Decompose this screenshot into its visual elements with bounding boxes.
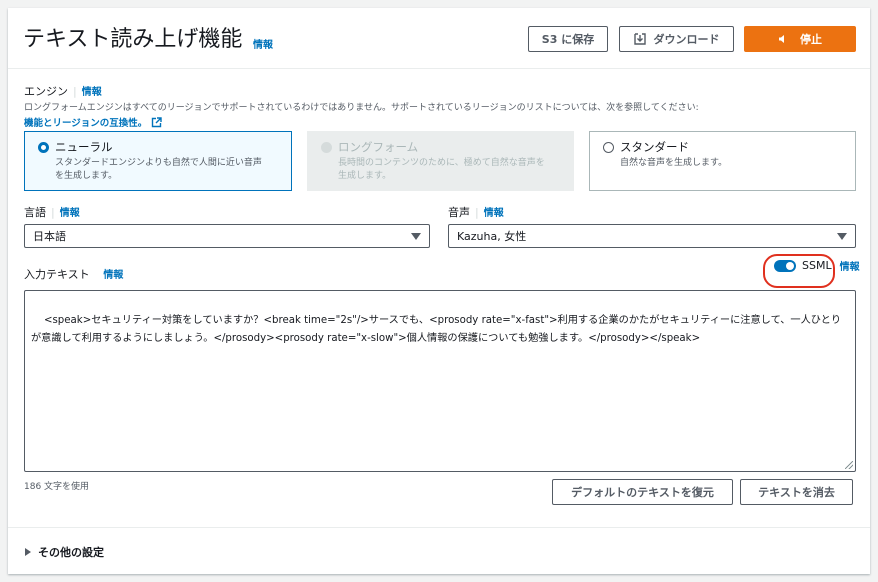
ssml-info-link[interactable]: 情報 — [840, 258, 860, 273]
language-select[interactable]: 日本語 — [24, 224, 430, 248]
long-form-radio — [321, 142, 332, 153]
ssml-toggle[interactable] — [774, 259, 796, 272]
ssml-toggle-group[interactable]: SSML 情報 — [774, 258, 860, 273]
engine-label: エンジン — [24, 85, 68, 98]
stop-button[interactable]: 停止 — [744, 26, 856, 52]
voice-info-link[interactable]: 情報 — [484, 208, 504, 219]
external-link-icon — [151, 116, 163, 128]
other-settings-section: その他の設定 — [8, 527, 870, 574]
region-compat-link[interactable]: 機能とリージョンの互換性。 — [24, 115, 163, 129]
language-info-link[interactable]: 情報 — [60, 208, 80, 219]
download-icon — [633, 33, 646, 45]
standard-desc: 自然な音声を生成します。 — [620, 158, 728, 168]
download-button[interactable]: ダウンロード — [619, 26, 734, 52]
title-info-link[interactable]: 情報 — [253, 36, 273, 51]
language-label-row: 言語 | 情報 — [24, 206, 80, 219]
engine-label-row: エンジン | 情報 — [24, 85, 102, 98]
language-label: 言語 — [24, 206, 46, 219]
engine-option-neural[interactable]: ニューラル スタンダードエンジンよりも自然で人間に近い音声 を生成します。 — [24, 131, 292, 191]
input-text-info-link[interactable]: 情報 — [103, 270, 123, 281]
page-title: テキスト読み上げ機能 — [23, 27, 243, 52]
clear-text-button[interactable]: テキストを消去 — [740, 479, 853, 505]
main-panel: テキスト読み上げ機能 情報 S3 に保存 ダウンロード 停止 エンジン | 情報 ロ… — [8, 8, 870, 574]
engine-option-standard[interactable]: スタンダード 自然な音声を生成します。 — [589, 131, 856, 191]
caret-right-icon — [25, 548, 31, 556]
voice-value: Kazuha, 女性 — [457, 230, 527, 243]
chevron-down-icon — [837, 233, 847, 240]
other-settings-expander[interactable]: その他の設定 — [25, 544, 104, 560]
long-form-desc-line2: 生成します。 — [338, 171, 392, 181]
speaker-icon — [778, 34, 788, 44]
voice-label: 音声 — [448, 206, 470, 219]
long-form-desc-line1: 長時間のコンテンツのために、極めて自然な音声を — [338, 158, 545, 168]
neural-radio[interactable] — [38, 142, 49, 153]
download-label: ダウンロード — [653, 33, 720, 46]
standard-radio[interactable] — [603, 142, 614, 153]
neural-desc-line1: スタンダードエンジンよりも自然で人間に近い音声 — [55, 158, 262, 168]
input-text-label-row: 入力テキスト|情報 — [24, 266, 123, 282]
stop-label: 停止 — [800, 33, 822, 46]
neural-desc-line2: を生成します。 — [55, 171, 118, 181]
language-value: 日本語 — [33, 230, 66, 243]
input-textarea[interactable]: <speak>セキュリティー対策をしていますか？<break time="2s"… — [24, 290, 856, 472]
voice-label-row: 音声 | 情報 — [448, 206, 504, 219]
chevron-down-icon — [411, 233, 421, 240]
engine-option-long-form: ロングフォーム 長時間のコンテンツのために、極めて自然な音声を 生成します。 — [307, 131, 574, 191]
other-settings-label: その他の設定 — [38, 546, 104, 559]
input-text-content: <speak>セキュリティー対策をしていますか？<break time="2s"… — [31, 315, 842, 344]
resize-handle-icon[interactable] — [845, 461, 853, 469]
voice-select[interactable]: Kazuha, 女性 — [448, 224, 856, 248]
save-s3-button[interactable]: S3 に保存 — [528, 26, 608, 52]
neural-title: ニューラル — [55, 140, 113, 154]
restore-default-button[interactable]: デフォルトのテキストを復元 — [552, 479, 733, 505]
page-header: テキスト読み上げ機能 情報 S3 に保存 ダウンロード 停止 — [8, 8, 870, 69]
long-form-title: ロングフォーム — [338, 140, 419, 154]
engine-info-link[interactable]: 情報 — [82, 87, 102, 98]
char-count: 186 文字を使用 — [24, 482, 90, 492]
ssml-label: SSML — [802, 259, 832, 272]
input-text-label: 入力テキスト — [24, 268, 90, 281]
engine-description: ロングフォームエンジンはすべてのリージョンでサポートされているわけではありません… — [24, 103, 699, 113]
standard-title: スタンダード — [620, 140, 689, 154]
region-compat-link-label: 機能とリージョンの互換性。 — [24, 118, 148, 129]
